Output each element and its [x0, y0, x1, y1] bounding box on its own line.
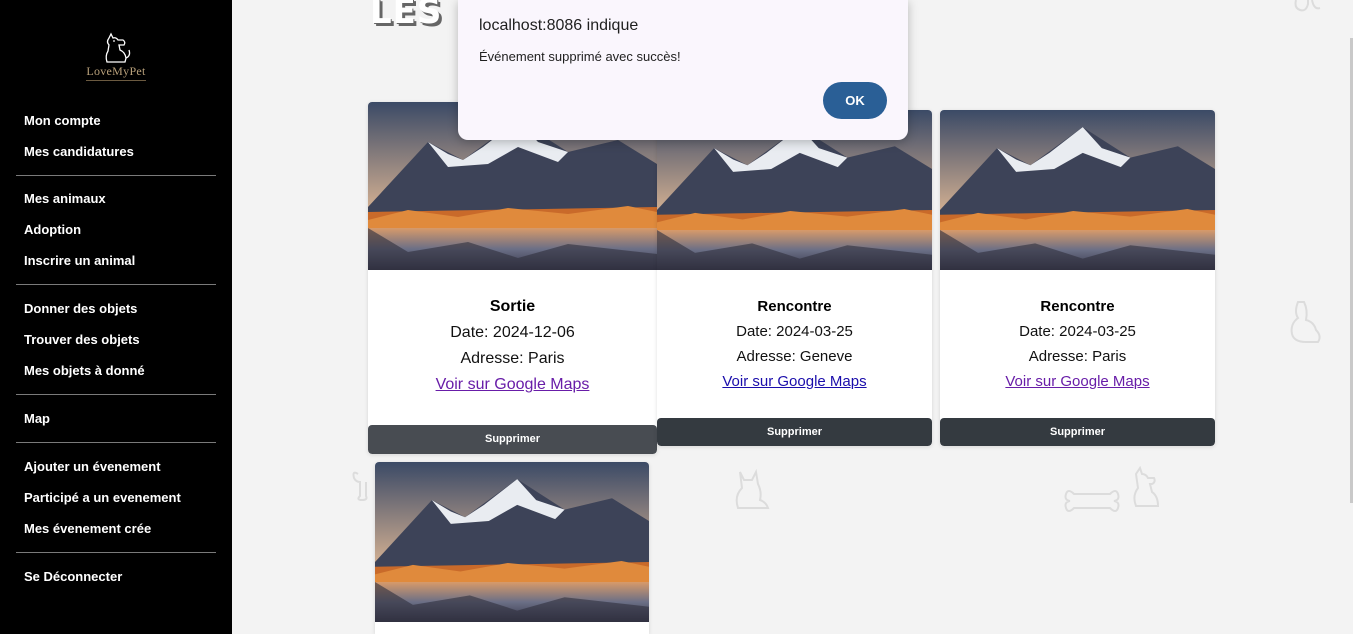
nav-mon-compte[interactable]: Mon compte: [24, 113, 101, 128]
paw-bg-icon: [1294, 0, 1321, 12]
nav-map[interactable]: Map: [24, 411, 50, 426]
event-address: Adresse: Paris: [460, 350, 565, 367]
nav-adoption[interactable]: Adoption: [24, 222, 81, 237]
dialog-title: localhost:8086 indique: [479, 17, 639, 34]
nav-divider: [16, 284, 216, 285]
nav-mes-evenements-crees[interactable]: Mes évenement crée: [24, 521, 151, 536]
nav-trouver-objets[interactable]: Trouver des objets: [24, 332, 140, 347]
nav-donner-objets[interactable]: Donner des objets: [24, 301, 137, 316]
event-card: Sortie Date: 2024-12-06 Adresse: Paris V…: [368, 102, 657, 454]
event-title: Rencontre: [757, 298, 832, 315]
nav-inscrire-animal[interactable]: Inscrire un animal: [24, 253, 135, 268]
dog-logo-icon: [105, 32, 131, 63]
delete-button[interactable]: Supprimer: [657, 418, 932, 446]
event-title: Sortie: [489, 298, 536, 315]
event-card: Rencontre Date: 2024-03-25 Adresse: Gene…: [657, 110, 932, 446]
event-card: [375, 462, 649, 634]
nav-mes-objets[interactable]: Mes objets à donné: [24, 363, 145, 378]
logo-text: LoveMyPet: [86, 64, 146, 81]
google-maps-link[interactable]: Voir sur Google Maps: [722, 373, 866, 390]
nav-divider: [16, 175, 216, 176]
dog-bg-icon: [1133, 466, 1160, 507]
nav-divider: [16, 442, 216, 443]
event-address: Adresse: Paris: [1028, 348, 1127, 365]
nav-participe-evenement[interactable]: Participé a un evenement: [24, 490, 181, 505]
google-maps-link[interactable]: Voir sur Google Maps: [1005, 373, 1149, 390]
event-photo: [940, 110, 1215, 270]
cat-bg-icon: [735, 468, 770, 509]
rabbit-bg-icon: [1290, 301, 1321, 343]
bone-bg-icon: [352, 471, 368, 502]
delete-button[interactable]: Supprimer: [368, 425, 657, 454]
event-address: Adresse: Geneve: [736, 348, 853, 365]
ok-button[interactable]: OK: [823, 82, 887, 119]
event-title: Rencontre: [1040, 298, 1115, 315]
google-maps-link[interactable]: Voir sur Google Maps: [436, 376, 590, 393]
nav-ajouter-evenement[interactable]: Ajouter un évenement: [24, 459, 161, 474]
event-date: Date: 2024-12-06: [450, 324, 575, 341]
bone-bg-icon: [1064, 490, 1120, 512]
sidebar: LoveMyPet Mon compte Mes candidatures Me…: [0, 0, 232, 634]
event-date: Date: 2024-03-25: [736, 323, 853, 340]
nav-divider: [16, 394, 216, 395]
nav-mes-animaux[interactable]: Mes animaux: [24, 191, 106, 206]
event-date: Date: 2024-03-25: [1019, 323, 1136, 340]
delete-button[interactable]: Supprimer: [940, 418, 1215, 446]
nav-mes-candidatures[interactable]: Mes candidatures: [24, 144, 134, 159]
brand-logo[interactable]: LoveMyPet: [76, 32, 156, 86]
dialog-message: Événement supprimé avec succès!: [479, 49, 681, 64]
event-photo: [375, 462, 649, 622]
event-card: Rencontre Date: 2024-03-25 Adresse: Pari…: [940, 110, 1215, 446]
alert-dialog: localhost:8086 indique Événement supprim…: [458, 0, 908, 140]
nav-divider: [16, 552, 216, 553]
nav-se-deconnecter[interactable]: Se Déconnecter: [24, 569, 122, 584]
